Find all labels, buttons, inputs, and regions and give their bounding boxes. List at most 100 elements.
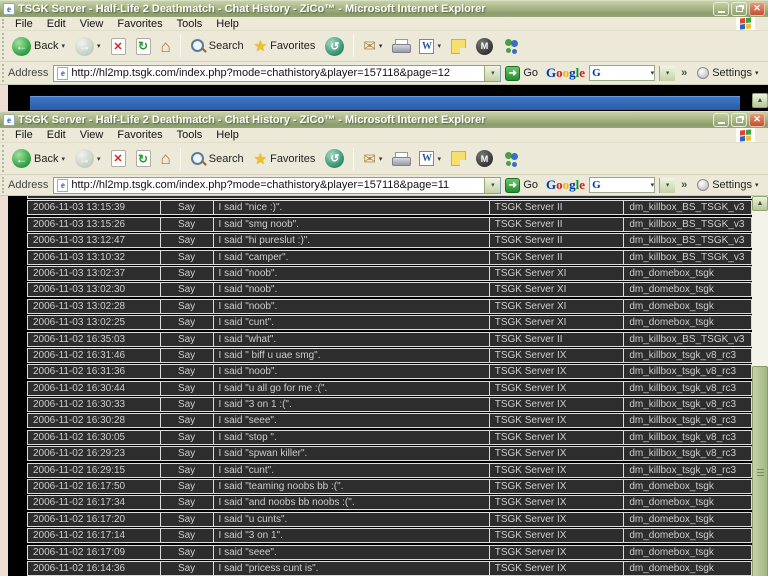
msn-button[interactable]: M xyxy=(472,146,497,172)
go-button[interactable]: ➜ Go xyxy=(505,178,538,193)
back-dropdown-icon[interactable]: ▾ xyxy=(61,155,65,163)
address-field[interactable]: e ▾ xyxy=(53,177,501,194)
scroll-up-button[interactable]: ▲ xyxy=(752,196,768,211)
settings-button[interactable]: Settings ▾ xyxy=(697,67,758,79)
address-input[interactable] xyxy=(71,179,484,191)
edit-word-button[interactable]: W ▾ xyxy=(415,33,445,59)
minimize-button[interactable] xyxy=(713,113,729,127)
toolbar-grip[interactable] xyxy=(2,19,5,28)
address-dropdown-icon[interactable]: ▾ xyxy=(484,178,500,193)
history-button[interactable]: ↺ xyxy=(321,33,348,59)
toolbar-grip[interactable] xyxy=(2,33,5,59)
menu-favorites[interactable]: Favorites xyxy=(110,129,169,141)
menu-edit[interactable]: Edit xyxy=(40,18,73,30)
menu-tools[interactable]: Tools xyxy=(170,18,210,30)
mail-dropdown-icon[interactable]: ▾ xyxy=(379,155,383,163)
windows-logo xyxy=(736,128,755,142)
stop-button[interactable]: ✕ xyxy=(107,146,130,172)
menu-view[interactable]: View xyxy=(73,18,111,30)
menu-help[interactable]: Help xyxy=(209,18,246,30)
refresh-button[interactable]: ↻ xyxy=(132,146,155,172)
google-search-box[interactable]: G ▾ xyxy=(589,177,655,193)
menu-help[interactable]: Help xyxy=(209,129,246,141)
cell-map: dm_domebox_tsgk xyxy=(624,513,751,526)
home-button[interactable]: ⌂ xyxy=(157,146,175,172)
google-combo-dropdown-icon[interactable]: ▾ xyxy=(659,66,675,81)
toolbar-separator xyxy=(180,148,181,170)
go-button[interactable]: ➜ Go xyxy=(505,66,538,81)
address-dropdown-icon[interactable]: ▾ xyxy=(484,66,500,81)
google-search-box[interactable]: G ▾ xyxy=(589,65,655,81)
restore-button[interactable] xyxy=(731,113,747,127)
print-button[interactable] xyxy=(388,33,413,59)
cell-timestamp: 2006-11-03 13:02:25 xyxy=(28,316,161,329)
search-button[interactable]: Search xyxy=(186,146,248,172)
stop-button[interactable]: ✕ xyxy=(107,33,130,59)
title-bar[interactable]: e TSGK Server - Half-Life 2 Deathmatch -… xyxy=(0,111,768,128)
restore-button[interactable] xyxy=(731,2,747,16)
menu-file[interactable]: File xyxy=(8,18,40,30)
toolbar-grip[interactable] xyxy=(2,145,5,172)
google-combo-dropdown-icon[interactable]: ▾ xyxy=(659,178,675,193)
discuss-button[interactable] xyxy=(447,146,470,172)
discuss-button[interactable] xyxy=(447,33,470,59)
chat-table-row: 2006-11-02 16:14:36 Say I said "pricess … xyxy=(27,561,752,576)
toolbar-overflow-chevron[interactable]: » xyxy=(681,179,687,191)
google-dropdown-icon[interactable]: ▾ xyxy=(651,181,655,189)
cell-server: TSGK Server IX xyxy=(490,562,625,575)
search-button[interactable]: Search xyxy=(186,33,248,59)
forward-dropdown-icon[interactable]: ▾ xyxy=(97,42,101,50)
google-dropdown-icon[interactable]: ▾ xyxy=(651,69,655,77)
menu-file[interactable]: File xyxy=(8,129,40,141)
edit-word-button[interactable]: W ▾ xyxy=(415,146,445,172)
msn-button[interactable]: M xyxy=(472,33,497,59)
favorites-button[interactable]: ★ Favorites xyxy=(250,146,320,172)
cell-message: I said "what". xyxy=(214,333,490,346)
cell-action: Say xyxy=(161,333,214,346)
minimize-button[interactable] xyxy=(713,2,729,16)
menu-favorites[interactable]: Favorites xyxy=(110,18,169,30)
forward-dropdown-icon[interactable]: ▾ xyxy=(97,155,101,163)
back-button[interactable]: ← Back ▾ xyxy=(8,33,69,59)
back-button[interactable]: ← Back ▾ xyxy=(8,146,69,172)
mail-button[interactable]: ✉ ▾ xyxy=(359,33,386,59)
cell-message: I said "3 on 1". xyxy=(214,529,490,542)
home-button[interactable]: ⌂ xyxy=(157,33,175,59)
mail-button[interactable]: ✉ ▾ xyxy=(359,146,386,172)
messenger-button[interactable] xyxy=(499,33,525,59)
close-button[interactable]: ✕ xyxy=(749,113,765,127)
mail-dropdown-icon[interactable]: ▾ xyxy=(379,42,383,50)
back-dropdown-icon[interactable]: ▾ xyxy=(61,42,65,50)
toolbar-overflow-chevron[interactable]: » xyxy=(681,67,687,79)
settings-button[interactable]: Settings ▾ xyxy=(697,179,758,191)
scrollbar-thumb[interactable] xyxy=(752,366,768,576)
toolbar-grip[interactable] xyxy=(2,64,5,82)
menu-edit[interactable]: Edit xyxy=(40,129,73,141)
favorites-button[interactable]: ★ Favorites xyxy=(250,33,320,59)
word-dropdown-icon[interactable]: ▾ xyxy=(437,42,441,50)
cell-map: dm_domebox_tsgk xyxy=(624,496,751,509)
cell-map: dm_domebox_tsgk xyxy=(624,267,751,280)
forward-button[interactable]: → ▾ xyxy=(71,146,105,172)
cell-action: Say xyxy=(161,349,214,362)
menu-view[interactable]: View xyxy=(73,129,111,141)
toolbar-grip[interactable] xyxy=(2,130,5,140)
word-dropdown-icon[interactable]: ▾ xyxy=(437,155,441,163)
address-input[interactable] xyxy=(71,67,484,79)
history-button[interactable]: ↺ xyxy=(321,146,348,172)
scroll-up-button[interactable]: ▲ xyxy=(752,93,768,108)
cell-timestamp: 2006-11-02 16:17:50 xyxy=(28,480,161,493)
refresh-button[interactable]: ↻ xyxy=(132,33,155,59)
messenger-button[interactable] xyxy=(499,146,525,172)
history-icon: ↺ xyxy=(325,37,344,56)
close-button[interactable]: ✕ xyxy=(749,2,765,16)
toolbar-grip[interactable] xyxy=(2,177,5,193)
forward-button[interactable]: → ▾ xyxy=(71,33,105,59)
title-bar[interactable]: e TSGK Server - Half-Life 2 Deathmatch -… xyxy=(0,0,768,17)
print-button[interactable] xyxy=(388,146,413,172)
cell-timestamp: 2006-11-03 13:15:39 xyxy=(28,201,161,214)
address-field[interactable]: e ▾ xyxy=(53,65,501,82)
menu-tools[interactable]: Tools xyxy=(170,129,210,141)
vertical-scrollbar[interactable]: ▲ xyxy=(752,196,768,576)
search-label: Search xyxy=(209,153,244,165)
